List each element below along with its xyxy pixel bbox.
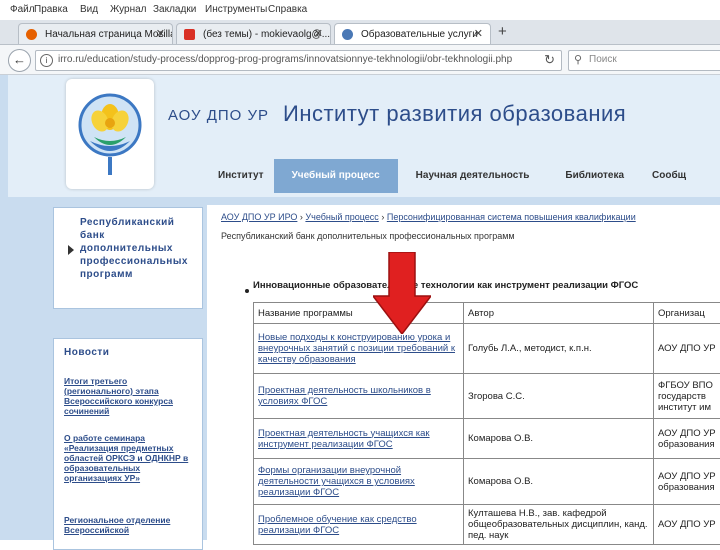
- author-cell: Згорова С.С.: [464, 374, 654, 419]
- program-cell: Проблемное обучение как средство реализа…: [254, 505, 464, 545]
- org-cell: АОУ ДПО УР: [654, 505, 720, 545]
- site-favicon-icon: [342, 29, 353, 40]
- tab-label: (без темы) - mokievaolg@...: [203, 29, 330, 40]
- reload-icon[interactable]: ↻: [544, 52, 555, 68]
- news-item[interactable]: Итоги третьего (регионального) этапа Все…: [64, 376, 194, 416]
- table-header-row: Название программы Автор Организац: [254, 303, 720, 324]
- search-icon: ⚲: [574, 53, 582, 66]
- nav-study-process[interactable]: Учебный процесс: [274, 159, 398, 193]
- table-row: Формы организации внеурочной деятельност…: [254, 459, 720, 505]
- news-heading: Новости: [64, 347, 109, 358]
- browser-nav-bar: ← i irro.ru/education/study-process/dopp…: [0, 45, 720, 75]
- table-row: Новые подходы к конструированию урока и …: [254, 324, 720, 374]
- site-logo[interactable]: [66, 79, 154, 189]
- nav-library[interactable]: Библиотека: [547, 159, 642, 193]
- menu-edit[interactable]: Правка: [34, 4, 68, 15]
- org-cell: АОУ ДПО УР образования: [654, 459, 720, 505]
- org-full-name: Институт развития образования: [283, 101, 626, 127]
- firefox-icon: [26, 29, 37, 40]
- org-short-name: АОУ ДПО УР: [168, 107, 269, 124]
- org-cell: ФГБОУ ВПО государств институт им: [654, 374, 720, 419]
- program-cell: Проектная деятельность школьников в усло…: [254, 374, 464, 419]
- tab-mozilla-start[interactable]: Начальная страница Mozilla ... ✕: [18, 23, 173, 44]
- bullet-icon: [245, 289, 249, 293]
- section-title: Инновационные образовательные технологии…: [253, 280, 638, 291]
- news-item[interactable]: О работе семинара «Реализация предметных…: [64, 433, 194, 483]
- url-text: irro.ru/education/study-process/dopprog-…: [58, 54, 512, 65]
- column-header-author: Автор: [464, 303, 654, 324]
- tab-label: Начальная страница Mozilla ...: [45, 29, 173, 40]
- table-row: Проектная деятельность школьников в усло…: [254, 374, 720, 419]
- browser-tab-bar: Начальная страница Mozilla ... ✕ (без те…: [0, 20, 720, 45]
- menu-history[interactable]: Журнал: [110, 4, 147, 15]
- search-input[interactable]: ⚲ Поиск: [568, 50, 720, 71]
- news-item[interactable]: Региональное отделение Всероссийской: [64, 515, 194, 535]
- table-row: Проблемное обучение как средство реализа…: [254, 505, 720, 545]
- breadcrumb-home[interactable]: АОУ ДПО УР ИРО: [221, 212, 297, 222]
- nav-community[interactable]: Сообщ: [642, 159, 696, 193]
- author-cell: Комарова О.В.: [464, 419, 654, 459]
- program-link[interactable]: Новые подходы к конструированию урока и …: [258, 332, 455, 365]
- arrow-left-icon: ←: [13, 52, 26, 67]
- new-tab-button[interactable]: +: [498, 23, 507, 40]
- red-arrow-down-icon: [373, 252, 431, 334]
- close-tab-icon[interactable]: ✕: [156, 24, 165, 44]
- back-button[interactable]: ←: [8, 49, 31, 72]
- column-header-org: Организац: [654, 303, 720, 324]
- nav-science[interactable]: Научная деятельность: [398, 159, 548, 193]
- tab-mail[interactable]: (без темы) - mokievaolg@... ✕: [176, 23, 331, 44]
- program-cell: Новые подходы к конструированию урока и …: [254, 324, 464, 374]
- program-link[interactable]: Формы организации внеурочной деятельност…: [258, 465, 415, 498]
- triangle-right-icon: [68, 245, 74, 255]
- table-row: Проектная деятельность учащихся как инст…: [254, 419, 720, 459]
- browser-menu-bar: Файл Правка Вид Журнал Закладки Инструме…: [0, 0, 720, 20]
- program-cell: Проектная деятельность учащихся как инст…: [254, 419, 464, 459]
- breadcrumb-separator: ›: [381, 212, 384, 222]
- menu-tools[interactable]: Инструменты: [205, 4, 267, 15]
- menu-view[interactable]: Вид: [80, 4, 98, 15]
- tab-education-services[interactable]: Образовательные услуги ✕: [334, 23, 491, 44]
- nav-institute[interactable]: Институт: [208, 159, 274, 193]
- menu-file[interactable]: Файл: [10, 4, 35, 15]
- programs-table: Название программы Автор Организац Новые…: [253, 302, 720, 545]
- left-menu-box: Республиканский банк дополнительных проф…: [53, 207, 203, 309]
- main-nav: Институт Учебный процесс Научная деятель…: [208, 159, 696, 193]
- program-cell: Формы организации внеурочной деятельност…: [254, 459, 464, 505]
- close-tab-icon[interactable]: ✕: [474, 24, 483, 44]
- gmail-icon: [184, 29, 195, 40]
- web-page: АОУ ДПО УР Институт развития образования…: [0, 75, 720, 540]
- address-bar[interactable]: i irro.ru/education/study-process/doppro…: [35, 50, 562, 71]
- program-link[interactable]: Проблемное обучение как средство реализа…: [258, 514, 417, 536]
- breadcrumb-study-process[interactable]: Учебный процесс: [305, 212, 378, 222]
- program-link[interactable]: Проектная деятельность школьников в усло…: [258, 385, 431, 407]
- author-cell: Култашева Н.В., зав. кафедрой общеобразо…: [464, 505, 654, 545]
- info-icon[interactable]: i: [40, 54, 53, 67]
- left-menu-item-programs-bank[interactable]: Республиканский банк дополнительных проф…: [80, 216, 195, 281]
- menu-bookmarks[interactable]: Закладки: [153, 4, 196, 15]
- news-box: Новости Итоги третьего (регионального) э…: [53, 338, 203, 550]
- search-placeholder: Поиск: [589, 54, 617, 65]
- column-header-title: Название программы: [254, 303, 464, 324]
- breadcrumb-personal-system[interactable]: Персонифицированная система повышения кв…: [387, 212, 636, 222]
- author-cell: Голубь Л.А., методист, к.п.н.: [464, 324, 654, 374]
- menu-help[interactable]: Справка: [268, 4, 307, 15]
- org-cell: АОУ ДПО УР: [654, 324, 720, 374]
- org-cell: АОУ ДПО УР образования: [654, 419, 720, 459]
- main-content: АОУ ДПО УР ИРО › Учебный процесс › Персо…: [207, 205, 720, 540]
- site-header: АОУ ДПО УР Институт развития образования…: [8, 75, 720, 197]
- breadcrumb-separator: ›: [300, 212, 303, 222]
- breadcrumb-current: Республиканский банк дополнительных проф…: [221, 231, 515, 241]
- tab-label: Образовательные услуги: [361, 29, 478, 40]
- flower-logo-icon: [76, 91, 144, 177]
- author-cell: Комарова О.В.: [464, 459, 654, 505]
- breadcrumb: АОУ ДПО УР ИРО › Учебный процесс › Персо…: [221, 212, 636, 222]
- program-link[interactable]: Проектная деятельность учащихся как инст…: [258, 428, 430, 450]
- close-tab-icon[interactable]: ✕: [314, 24, 323, 44]
